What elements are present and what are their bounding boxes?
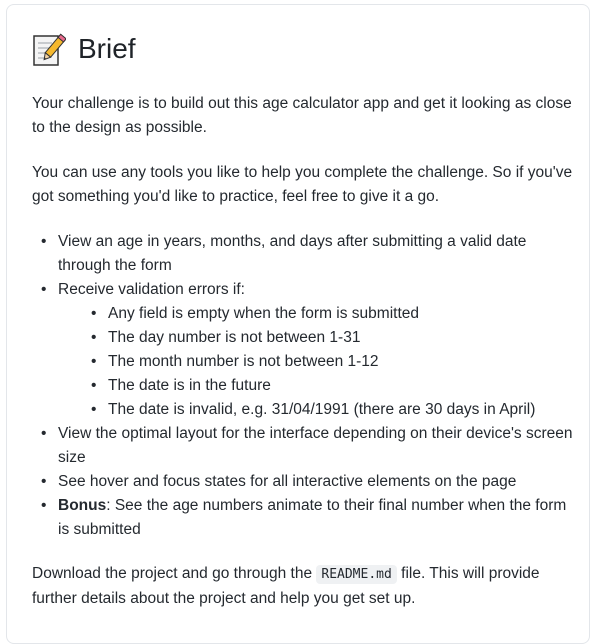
brief-content: Brief Your challenge is to build out thi… (32, 29, 577, 611)
sub-list-item: Any field is empty when the form is subm… (58, 302, 577, 326)
sub-list-item: The day number is not between 1-31 (58, 326, 577, 350)
section-heading: Brief (32, 29, 577, 69)
sub-list-item: The date is invalid, e.g. 31/04/1991 (th… (58, 398, 577, 422)
list-item: Bonus: See the age numbers animate to th… (32, 494, 577, 542)
list-item: Receive validation errors if: Any field … (32, 278, 577, 422)
list-item: View an age in years, months, and days a… (32, 230, 577, 278)
intro-paragraph: Your challenge is to build out this age … (32, 95, 572, 136)
readme-code: README.md (316, 565, 397, 584)
brief-title: Brief (78, 33, 136, 64)
sub-list-item: The date is in the future (58, 374, 577, 398)
list-item: See hover and focus states for all inter… (32, 470, 577, 494)
download-paragraph: Download the project and go through the … (32, 562, 577, 611)
memo-icon (33, 33, 66, 66)
list-item-text: Receive validation errors if: (58, 281, 245, 298)
bonus-text: : See the age numbers animate to their f… (58, 497, 567, 538)
requirements-list: View an age in years, months, and days a… (32, 230, 577, 542)
validation-errors-list: Any field is empty when the form is subm… (58, 302, 577, 422)
download-text-before: Download the project and go through the (32, 565, 317, 582)
bonus-label: Bonus (58, 497, 107, 514)
tools-paragraph: You can use any tools you like to help y… (32, 164, 573, 205)
sub-list-item: The month number is not between 1-12 (58, 350, 577, 374)
list-item: View the optimal layout for the interfac… (32, 422, 577, 470)
brief-card: Brief Your challenge is to build out thi… (6, 4, 590, 644)
